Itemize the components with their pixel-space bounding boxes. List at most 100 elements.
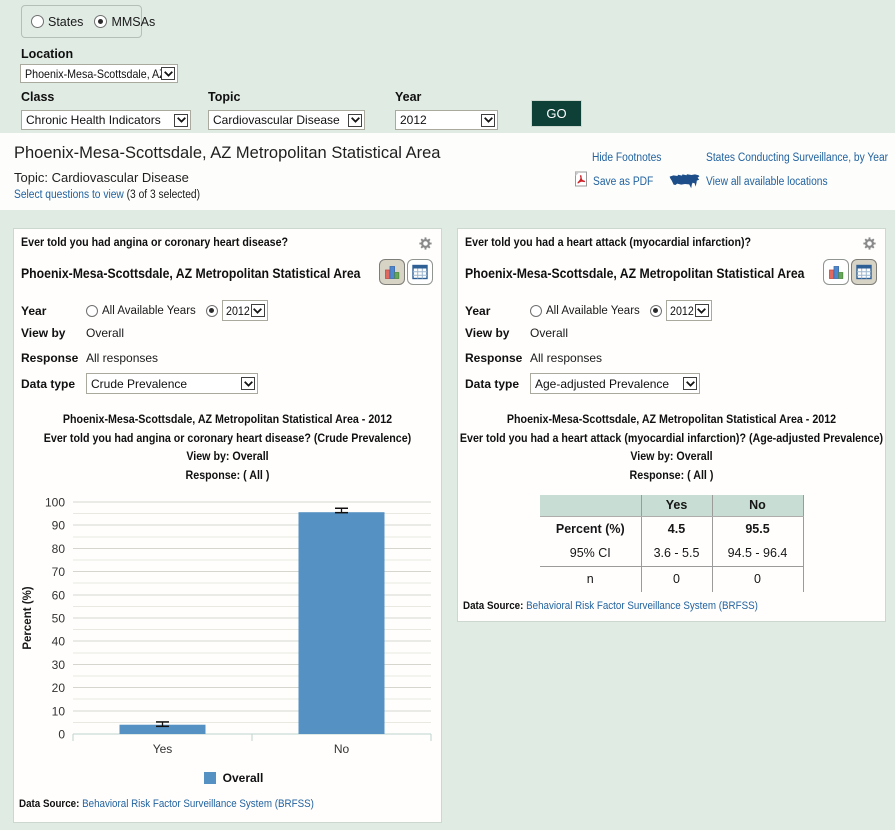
pdf-icon [574,171,588,190]
table-view-button[interactable] [851,259,877,285]
year-control-row: Year All Available Years 2012 [465,300,875,321]
chevron-down-icon [348,114,362,127]
go-button[interactable]: GO [531,100,582,127]
table-icon [856,264,872,280]
single-year-radio[interactable] [206,305,218,317]
data-source-line: Data Source: Behavioral Risk Factor Surv… [463,600,758,612]
year-select[interactable]: 2012 [395,110,498,130]
all-years-label: All Available Years [102,305,196,317]
all-years-radio[interactable] [530,305,542,317]
chart-title: Phoenix-Mesa-Scottsdale, AZ Metropolitan… [63,410,392,429]
gear-icon[interactable] [419,237,432,250]
y-tick-label: 60 [52,588,66,602]
table-response-line: Response: ( All ) [630,466,714,485]
view-toggles [379,259,433,285]
y-tick-label: 40 [52,635,66,649]
bar-chart: 0102030405060708090100YesNoPercent (%) [14,489,442,775]
year-options: All Available Years 2012 [86,300,268,321]
hide-footnotes-link[interactable]: Hide Footnotes [592,152,661,164]
cell-n-no: 0 [712,566,803,592]
table-header-row: Yes No [540,495,803,516]
data-type-value: Age-adjusted Prevalence [531,377,683,391]
table-header-blank [540,495,641,516]
row-label: n [540,566,641,592]
single-year-radio[interactable] [650,305,662,317]
select-questions-link[interactable]: Select questions to view [14,189,124,201]
data-type-select[interactable]: Crude Prevalence [86,373,258,394]
chevron-down-icon [251,304,265,317]
y-tick-label: 20 [52,681,66,695]
gear-icon[interactable] [863,237,876,250]
chart-viewby-line: View by: Overall [186,447,268,466]
response-label: Response [465,351,530,365]
row-label: Percent (%) [540,516,641,541]
view-locations-link[interactable]: View all available locations [706,176,828,188]
selection-count: (3 of 3 selected) [124,189,200,201]
panel-location-title: Phoenix-Mesa-Scottsdale, AZ Metropolitan… [21,265,360,281]
data-type-value: Crude Prevalence [87,377,241,391]
mmsas-radio[interactable] [94,15,107,28]
location-label: Location [21,47,73,61]
chevron-down-icon [174,114,188,127]
location-select-text: Phoenix-Mesa-Scottsdale, AZ [25,67,161,81]
question-title: Ever told you had angina or coronary hea… [21,235,288,249]
view-toggles [823,259,877,285]
data-source-link[interactable]: Behavioral Risk Factor Surveillance Syst… [526,600,758,612]
y-tick-label: 90 [52,519,66,533]
response-row: Response All responses [465,350,875,365]
data-type-select[interactable]: Age-adjusted Prevalence [530,373,700,394]
year-options: All Available Years 2012 [530,300,712,321]
chevron-down-icon [683,377,697,390]
panel-year-text: 2012 [226,304,250,318]
topic-select[interactable]: Cardiovascular Disease [208,110,365,130]
view-by-label: View by [21,326,86,340]
location-select[interactable]: Phoenix-Mesa-Scottsdale, AZ [20,64,178,83]
year-select-value: 2012 [396,113,481,127]
response-label: Response [21,351,86,365]
surveillance-link[interactable]: States Conducting Surveillance, by Year [706,152,888,164]
all-years-radio[interactable] [86,305,98,317]
data-type-label: Data type [21,377,86,391]
table-row-ci: 95% CI 3.6 - 5.5 94.5 - 96.4 [540,541,803,566]
select-questions-line: Select questions to view (3 of 3 selecte… [14,189,200,201]
data-source-link[interactable]: Behavioral Risk Factor Surveillance Syst… [82,798,314,810]
save-pdf-link[interactable]: Save as PDF [593,176,653,188]
table-header-no: No [712,495,803,516]
table-icon [412,264,428,280]
chevron-down-icon [481,114,495,127]
table-view-button[interactable] [407,259,433,285]
year-label: Year [395,90,421,104]
us-map-icon [669,172,700,192]
data-source-line: Data Source: Behavioral Risk Factor Surv… [19,798,314,810]
view-by-row: View by Overall [465,325,875,340]
data-table: Yes No Percent (%) 4.5 95.5 95% CI 3.6 -… [540,495,804,592]
view-by-value: Overall [86,326,124,340]
table-viewby-line: View by: Overall [630,447,712,466]
data-source-label: Data Source: [463,600,523,612]
data-source-label: Data Source: [19,798,79,810]
mmsas-radio-label: MMSAs [111,15,155,29]
topic-select-value: Cardiovascular Disease [209,113,348,127]
topic-label: Topic [208,90,240,104]
y-axis-title: Percent (%) [22,586,34,649]
bar-chart-icon [384,264,400,280]
view-by-label: View by [465,326,530,340]
states-radio[interactable] [31,15,44,28]
panel-year-select[interactable]: 2012 [666,300,712,321]
chevron-down-icon [695,304,709,317]
panel-location-title: Phoenix-Mesa-Scottsdale, AZ Metropolitan… [465,265,804,281]
class-select[interactable]: Chronic Health Indicators [21,110,191,130]
class-select-value: Chronic Health Indicators [22,113,174,127]
bar-chart-icon [828,264,844,280]
response-value: All responses [86,351,158,365]
chevron-down-icon [161,67,175,80]
chart-view-button[interactable] [379,259,405,285]
location-select-value: Phoenix-Mesa-Scottsdale, AZ [21,67,161,81]
panel-year-select[interactable]: 2012 [222,300,268,321]
chart-view-button[interactable] [823,259,849,285]
legend-swatch [204,772,216,784]
cell-ci-yes: 3.6 - 5.5 [641,541,712,566]
year-row-label: Year [21,304,86,318]
panel-angina: Ever told you had angina or coronary hea… [13,228,442,823]
y-tick-label: 30 [52,658,66,672]
